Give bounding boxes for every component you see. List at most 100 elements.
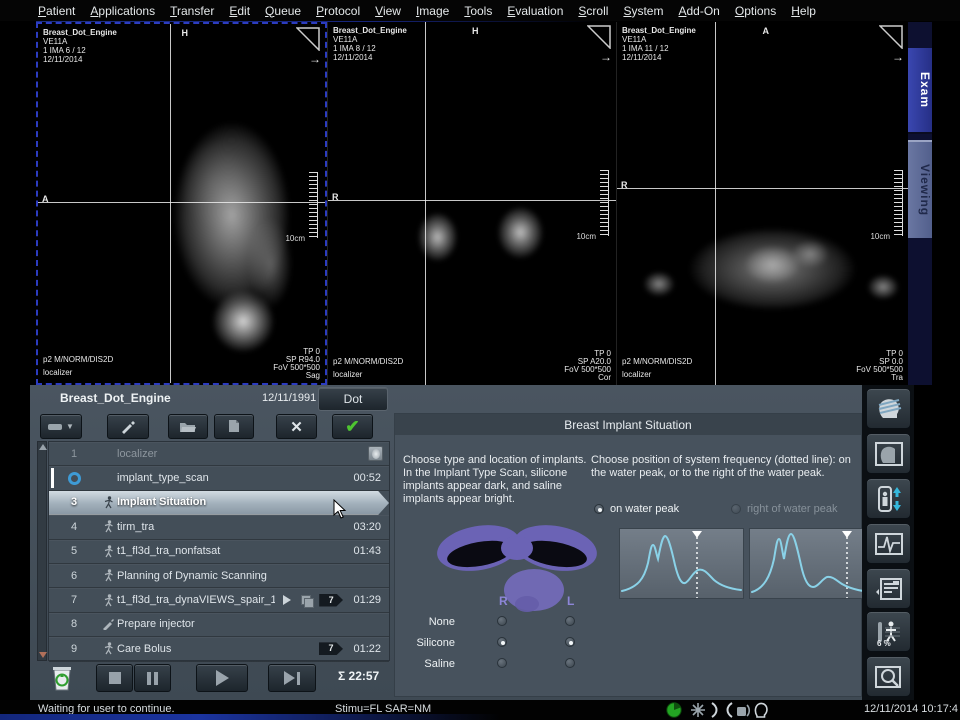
- menu-view[interactable]: View: [375, 4, 401, 18]
- menu-tools[interactable]: Tools: [464, 4, 492, 18]
- folder-icon: [179, 420, 197, 434]
- menu-image[interactable]: Image: [416, 4, 449, 18]
- step-row-t1-fl3d-nonfatsat[interactable]: 5 t1_fl3d_tra_nonfatsat 01:43: [49, 540, 389, 564]
- protocol-step-list: 1 localizer implant_type_scan 00:52 3: [48, 441, 390, 661]
- copy-protocol-button[interactable]: [214, 414, 254, 439]
- image-date: 12/11/2014: [43, 55, 82, 64]
- step-row-implant-type-scan[interactable]: implant_type_scan 00:52: [49, 466, 389, 490]
- radio-on-water-peak-label[interactable]: on water peak: [610, 503, 679, 515]
- protocol-scrollbar[interactable]: [37, 441, 47, 661]
- step-row-care-bolus[interactable]: 9 Care Bolus 7 01:22: [49, 637, 389, 661]
- radio-right-of-water-peak-label[interactable]: right of water peak: [747, 503, 838, 515]
- system-datetime: 12/11/2014 10:17:4: [864, 703, 958, 715]
- pause-button[interactable]: [134, 664, 171, 692]
- step-number: 5: [49, 545, 99, 557]
- sar-monitor-button[interactable]: 6 %: [866, 611, 911, 652]
- confirm-button[interactable]: ✔: [332, 414, 373, 439]
- viewport-coronal[interactable]: Breast_Dot_Engine VE11A 1 IMA 8 / 12 12/…: [327, 22, 616, 385]
- viewport-footer-left: p2 M/NORM/DIS2D localizer: [622, 355, 692, 381]
- headset-icon: [754, 702, 768, 718]
- dot-button[interactable]: Dot: [318, 387, 388, 411]
- crosshair-vertical: [170, 24, 171, 383]
- stop-button[interactable]: [96, 664, 133, 692]
- step-name: t1_fl3d_tra_nonfatsat: [117, 545, 343, 557]
- protocol-name: Breast_Dot_Engine: [622, 26, 696, 35]
- queue-position-badge: 7: [319, 642, 343, 655]
- tab-exam[interactable]: Exam: [908, 48, 932, 134]
- cancel-step-button[interactable]: ✕: [276, 414, 317, 439]
- play-button[interactable]: [196, 664, 248, 692]
- injector-pen-button[interactable]: [107, 414, 149, 439]
- radio-none-right[interactable]: [497, 616, 507, 626]
- scroll-next-arrow-icon[interactable]: →: [600, 50, 612, 64]
- user-action-icon: [103, 569, 114, 582]
- image-thumbnail-icon[interactable]: [368, 446, 383, 461]
- spectrum-plot-on-water-peak: [619, 528, 744, 599]
- slice-positioning-button[interactable]: [866, 388, 911, 429]
- radio-saline-left[interactable]: [565, 658, 575, 668]
- radio-none-left[interactable]: [565, 616, 575, 626]
- processing-text: p2 M/NORM/DIS2D: [622, 357, 692, 366]
- step-row-t1-fl3d-dynaviews[interactable]: 7 t1_fl3d_tra_dynaVIEWS_spair_1 7 01:29: [49, 588, 389, 612]
- viewport-transversal[interactable]: Breast_Dot_Engine VE11A 1 IMA 11 / 12 12…: [616, 22, 908, 385]
- viewport-sagittal[interactable]: Breast_Dot_Engine VE11A 1 IMA 6 / 12 12/…: [36, 22, 327, 385]
- strip-tool-button[interactable]: ▼: [40, 414, 82, 439]
- radio-silicone-right[interactable]: [497, 637, 507, 647]
- radio-right-of-water-peak[interactable]: [731, 504, 741, 514]
- play-step-icon[interactable]: [283, 595, 291, 605]
- menu-help[interactable]: Help: [791, 4, 816, 18]
- scale-ruler: [309, 172, 317, 238]
- image-reference-button[interactable]: [866, 433, 911, 474]
- menu-edit[interactable]: Edit: [229, 4, 250, 18]
- skip-button[interactable]: [268, 664, 316, 692]
- menu-transfer[interactable]: Transfer: [170, 4, 214, 18]
- menu-protocol[interactable]: Protocol: [316, 4, 360, 18]
- software-version: VE11A: [622, 35, 646, 44]
- crosshair-horizontal: [328, 200, 616, 201]
- orientation-cube-icon[interactable]: [296, 27, 320, 51]
- scroll-down-icon[interactable]: [39, 652, 47, 658]
- step-name: Planning of Dynamic Scanning: [117, 570, 389, 582]
- protocol-name: Breast_Dot_Engine: [43, 28, 117, 37]
- orientation-cube-icon[interactable]: [587, 25, 611, 49]
- radio-on-water-peak[interactable]: [594, 504, 604, 514]
- menu-patient[interactable]: Patient: [38, 4, 75, 18]
- tab-viewing[interactable]: Viewing: [908, 140, 932, 238]
- step-row-localizer[interactable]: 1 localizer: [49, 442, 389, 466]
- menu-options[interactable]: Options: [735, 4, 776, 18]
- step-duration: 01:43: [343, 545, 389, 557]
- table-motion-icon: [690, 702, 706, 718]
- coil-brackets-icon: [709, 702, 735, 718]
- active-scan-marker: [51, 468, 54, 488]
- menu-applications[interactable]: Applications: [90, 4, 155, 18]
- scale-label: 10cm: [285, 234, 305, 243]
- menu-queue[interactable]: Queue: [265, 4, 301, 18]
- bottom-accent-strip: [0, 714, 500, 720]
- image-zoom-button[interactable]: [866, 656, 911, 697]
- menu-system[interactable]: System: [623, 4, 663, 18]
- menu-scroll[interactable]: Scroll: [578, 4, 608, 18]
- physio-signal-button[interactable]: [866, 523, 911, 564]
- software-version: VE11A: [43, 37, 67, 46]
- menu-evaluation[interactable]: Evaluation: [507, 4, 563, 18]
- scroll-up-icon[interactable]: [39, 444, 47, 450]
- menu-addon[interactable]: Add-On: [678, 4, 719, 18]
- magnifier-icon: [875, 664, 903, 690]
- step-number: 6: [49, 570, 99, 582]
- recycle-bin-icon[interactable]: [50, 664, 74, 692]
- processing-text: p2 M/NORM/DIS2D: [43, 355, 113, 364]
- scroll-next-arrow-icon[interactable]: →: [892, 50, 904, 64]
- exam-report-button[interactable]: [866, 568, 911, 609]
- radio-saline-right[interactable]: [497, 658, 507, 668]
- report-icon: [875, 577, 903, 601]
- scan-progress-icon: [68, 472, 81, 485]
- scroll-next-arrow-icon[interactable]: →: [309, 52, 321, 66]
- orientation-cube-icon[interactable]: [879, 25, 903, 49]
- step-row-planning-dynamic[interactable]: 6 Planning of Dynamic Scanning: [49, 564, 389, 588]
- table-position-button[interactable]: [866, 478, 911, 519]
- step-row-prepare-injector[interactable]: 8 Prepare injector: [49, 613, 389, 637]
- pause-icon: [147, 672, 158, 685]
- step-name: t1_fl3d_tra_dynaVIEWS_spair_1: [117, 594, 275, 606]
- radio-silicone-left[interactable]: [565, 637, 575, 647]
- open-folder-button[interactable]: [168, 414, 208, 439]
